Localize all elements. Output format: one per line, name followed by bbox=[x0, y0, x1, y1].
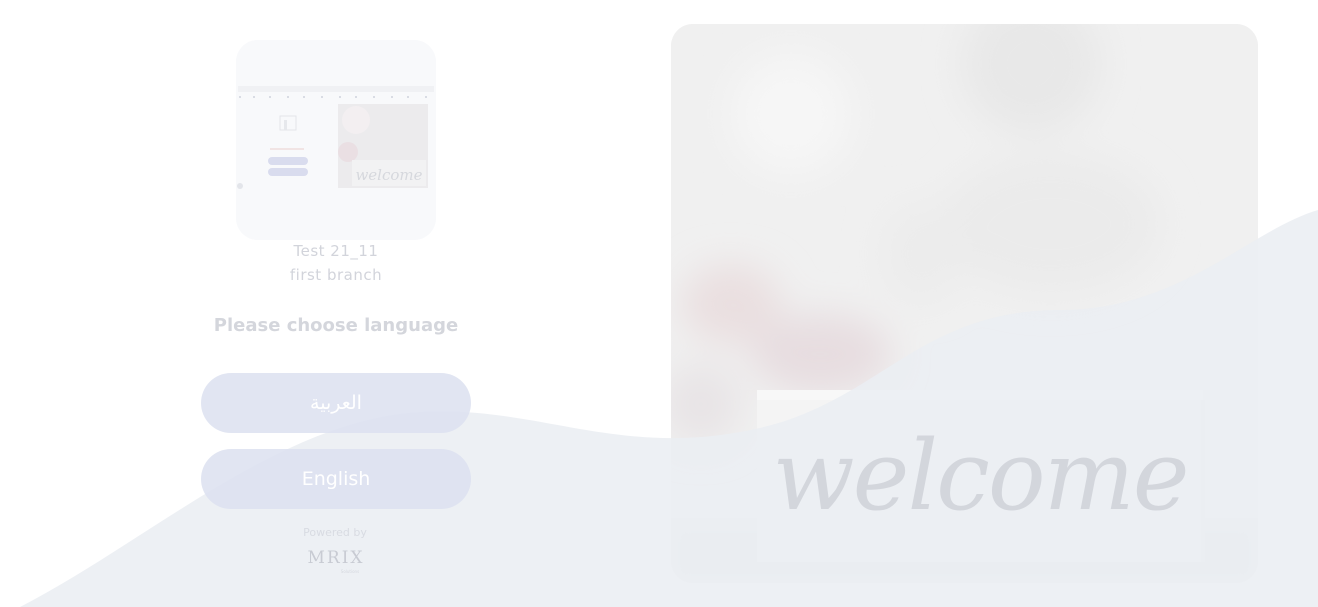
mrix-brand-text: MRIX bbox=[307, 548, 364, 568]
company-name: Test 21_11 bbox=[293, 242, 379, 260]
mrix-brand-tagline: Solutions bbox=[341, 569, 359, 574]
language-selection-page: welcome welcome Test 21_11 first branch … bbox=[0, 0, 1318, 607]
choose-language-prompt: Please choose language bbox=[213, 315, 459, 336]
powered-by-label: Powered by bbox=[303, 526, 367, 539]
restaurant-logo: welcome bbox=[236, 40, 436, 240]
mrix-brand-logo: MRIX Solutions bbox=[306, 546, 366, 576]
language-panel: welcome Test 21_11 first branch Please c… bbox=[200, 40, 472, 585]
arabic-language-button[interactable]: العربية bbox=[201, 373, 471, 433]
branch-name: first branch bbox=[289, 266, 383, 284]
logo-thumbnail-sign-text: welcome bbox=[355, 166, 422, 184]
english-language-button[interactable]: English bbox=[201, 449, 471, 509]
hero-image bbox=[671, 24, 1258, 583]
english-language-label: English bbox=[301, 468, 371, 490]
arabic-language-label: العربية bbox=[310, 392, 362, 414]
